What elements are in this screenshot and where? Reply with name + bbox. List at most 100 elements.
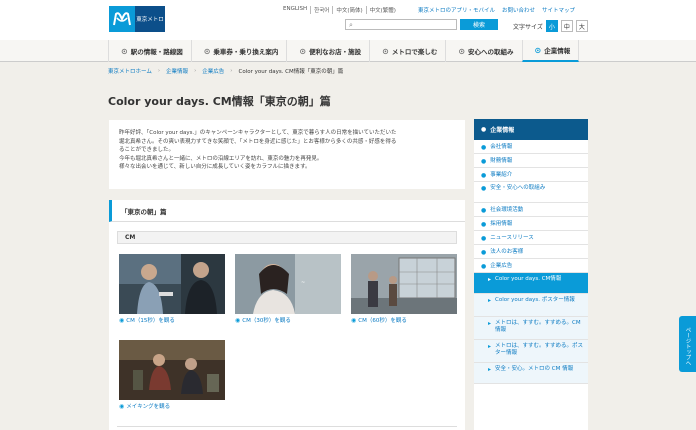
cm-section: 「東京の朝」篇 CM ◉ CM（15秒）を観る ~ ◉ CM（30秒）を観る ◉ CM…	[109, 200, 465, 430]
nav-arrow-icon: ⊙	[299, 46, 307, 56]
nav-label: 安心への取組み	[468, 48, 514, 56]
caret-right-icon: ▸	[488, 320, 492, 327]
intro-text-box: 昨年好評、「Color your days.」のキャンペーンキャラクターとして、…	[109, 120, 465, 189]
sidebar-item-label: 社会環境活動	[490, 206, 524, 213]
lang-english[interactable]: ENGLISH	[283, 6, 312, 14]
nav-tickets[interactable]: ⊙ 乗車券・乗り換え案内	[190, 40, 287, 62]
lang-chinese-traditional[interactable]: 中文(繁體)	[370, 6, 399, 14]
nav-label: 企業情報	[544, 47, 571, 55]
video-caption: CM（60秒）を観る	[358, 318, 407, 324]
bullet-icon: ●	[481, 248, 487, 256]
tokyo-metro-logo[interactable]: 東京メトロ	[109, 6, 165, 32]
nav-label: 乗車券・乗り換え案内	[213, 48, 279, 56]
sidebar-item-label: Color your days. ポスター情報	[495, 297, 575, 303]
sidebar-heading[interactable]: ● 企業情報	[474, 119, 588, 140]
breadcrumb-current: Color your days. CM情報「東京の朝」篇	[238, 69, 344, 75]
nav-arrow-icon: ⊙	[458, 46, 466, 56]
sidebar-item-label: 会社情報	[490, 143, 513, 150]
nav-arrow-icon: ⊙	[534, 45, 542, 55]
sidebar-item[interactable]: ● 会社情報	[474, 140, 588, 154]
play-circle-icon: ◉	[235, 316, 241, 324]
sidebar-item[interactable]: ● ニュースリリース	[474, 231, 588, 245]
svg-text:~: ~	[301, 280, 305, 286]
sidebar-item[interactable]: ▸ メトロは、すすむ。すすめる。ポスター情報	[474, 340, 588, 363]
bullet-icon: ●	[481, 157, 487, 165]
nav-arrow-icon: ⊙	[121, 46, 128, 56]
intro-line: 様々な出会いを通じて、新しい自分に成長していく姿をカラフルに描きます。	[119, 164, 311, 170]
sidebar-item-label: 事業紹介	[490, 171, 513, 178]
nav-enjoy[interactable]: ⊙ メトロで楽しむ	[369, 40, 445, 62]
sidebar-item-label: Color your days. CM情報	[495, 276, 562, 282]
font-size-small[interactable]: 小	[545, 20, 558, 32]
sidebar-item-label: ニュースリリース	[490, 234, 534, 241]
sidebar-item[interactable]: ● 企業広告	[474, 259, 588, 273]
sidebar-item[interactable]: ● 社会環境活動	[474, 203, 588, 217]
metro-heart-m-icon	[109, 6, 135, 32]
bullet-icon: ●	[481, 234, 487, 242]
play-circle-icon: ◉	[119, 316, 125, 324]
sidebar-item[interactable]: ▸ Color your days. CM情報	[474, 273, 588, 294]
nav-station-info[interactable]: ⊙ 駅の情報・路線図	[108, 40, 191, 62]
sidebar-item[interactable]: ● 財務情報	[474, 154, 588, 168]
section-heading: 「東京の朝」篇	[109, 200, 465, 222]
bullet-icon: ●	[481, 171, 487, 179]
video-thumbnail-60s[interactable]	[351, 254, 457, 314]
video-link-15s[interactable]: ◉ CM（15秒）を観る	[119, 316, 175, 325]
sidebar-item[interactable]: ● 採用情報	[474, 217, 588, 231]
search-input[interactable]: ⌕	[345, 19, 457, 30]
bullet-icon: ●	[481, 220, 487, 228]
cm-subheading: CM	[117, 231, 457, 244]
sidebar-item-label: 財務情報	[490, 157, 513, 164]
global-nav: ⊙ 駅の情報・路線図 ⊙ 乗車券・乗り換え案内 ⊙ 便利なお店・施設 ⊙ メトロで楽しむ…	[0, 40, 696, 62]
play-circle-icon: ◉	[119, 402, 125, 410]
sidebar-item[interactable]: ▸ メトロは、すすむ。すすめる。CM情報	[474, 317, 588, 340]
search-button[interactable]: 検索	[460, 19, 498, 30]
sidebar-item[interactable]: ▸ Color your days. ポスター情報	[474, 294, 588, 317]
lang-chinese-simplified[interactable]: 中文(简体)	[336, 6, 367, 14]
play-circle-icon: ◉	[351, 316, 357, 324]
sidebar-item[interactable]: ● 事業紹介	[474, 168, 588, 182]
link-sitemap[interactable]: サイトマップ	[542, 6, 575, 14]
sidebar-item[interactable]: ● 安全・安心への取組み	[474, 182, 588, 203]
breadcrumb-corporate[interactable]: 企業情報	[166, 67, 188, 75]
video-link-making[interactable]: ◉ メイキングを観る	[119, 402, 171, 411]
font-size-medium[interactable]: 中	[560, 20, 573, 32]
video-link-30s[interactable]: ◉ CM（30秒）を観る	[235, 316, 291, 325]
nav-arrow-icon: ⊙	[382, 46, 389, 56]
video-caption: CM（30秒）を観る	[242, 318, 291, 324]
lang-korean[interactable]: 한국어	[314, 6, 334, 14]
search-icon: ⌕	[349, 21, 353, 29]
page-top-button[interactable]: ページトップへ	[679, 316, 696, 372]
intro-line: ることができました。	[119, 147, 175, 153]
sidebar-item-label: メトロは、すすむ。すすめる。CM情報	[495, 320, 581, 333]
sidebar-item[interactable]: ▸ 安全・安心。メトロの CM 情報	[474, 363, 588, 384]
video-caption: CM（15秒）を観る	[126, 318, 175, 324]
breadcrumb-ads[interactable]: 企業広告	[202, 67, 224, 75]
sidebar: ● 企業情報 ● 会社情報 ● 財務情報 ● 事業紹介 ● 安全・安心への取組み ● 社会環境活動 ●…	[474, 119, 588, 430]
bullet-icon: ●	[481, 262, 487, 270]
logo-text: 東京メトロ	[135, 6, 165, 32]
bullet-icon: ●	[481, 126, 487, 133]
chevron-right-icon: ›	[230, 68, 233, 74]
intro-line: 昨年好評、「Color your days.」のキャンペーンキャラクターとして、…	[119, 130, 397, 136]
breadcrumb-home[interactable]: 東京メトロホーム	[108, 67, 152, 75]
sidebar-item-label: メトロは、すすむ。すすめる。ポスター情報	[495, 343, 584, 356]
nav-shops[interactable]: ⊙ 便利なお店・施設	[286, 40, 369, 62]
sidebar-item[interactable]: ● 法人のお客様	[474, 245, 588, 259]
link-contact[interactable]: お問い合わせ	[502, 6, 535, 14]
nav-label: メトロで楽しむ	[391, 48, 438, 56]
video-link-60s[interactable]: ◉ CM（60秒）を観る	[351, 316, 407, 325]
video-thumbnail-30s[interactable]: ~	[235, 254, 341, 314]
caret-right-icon: ▸	[488, 366, 492, 373]
bullet-icon: ●	[481, 206, 487, 214]
video-thumbnail-15s[interactable]	[119, 254, 225, 314]
sidebar-item-label: 採用情報	[490, 220, 513, 227]
nav-safety[interactable]: ⊙ 安心への取組み	[445, 40, 521, 62]
video-caption: メイキングを観る	[126, 404, 171, 410]
link-apps[interactable]: 東京メトロのアプリ・モバイル	[418, 6, 495, 14]
font-size-large[interactable]: 大	[575, 20, 588, 32]
bullet-icon: ●	[481, 185, 487, 192]
language-links: ENGLISH 한국어 中文(简体) 中文(繁體)	[283, 6, 399, 14]
nav-corporate[interactable]: ⊙ 企業情報	[521, 40, 580, 62]
video-thumbnail-making[interactable]	[119, 340, 225, 400]
